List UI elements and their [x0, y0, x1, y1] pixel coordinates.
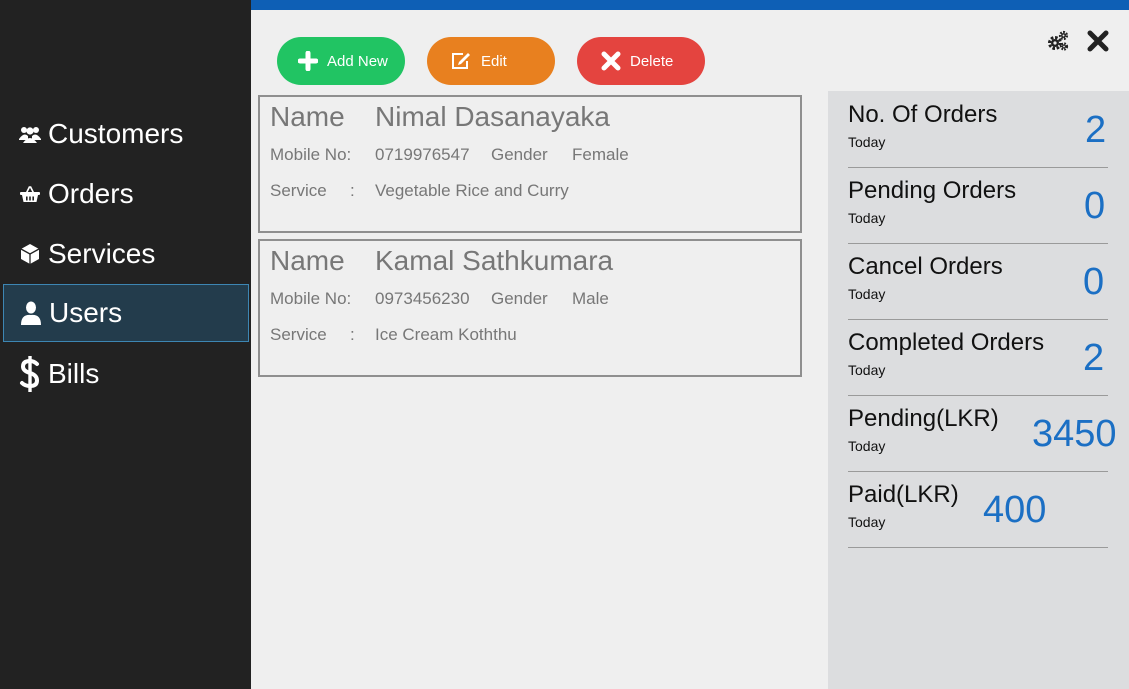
stat-subtitle: Today — [848, 134, 886, 150]
plus-icon — [298, 51, 318, 71]
stat-value: 400 — [983, 489, 1047, 531]
stat-subtitle: Today — [848, 210, 886, 226]
edit-label: Edit — [481, 52, 507, 70]
mobile-label: Mobile No: — [270, 289, 352, 308]
service-label: Service — [270, 181, 327, 200]
close-icon — [601, 51, 621, 71]
add-new-button[interactable]: Add New — [277, 37, 405, 85]
dollar-icon — [17, 355, 43, 393]
sidebar-item-bills[interactable]: Bills — [3, 345, 249, 403]
sidebar: Customers Orders Services Users Bills — [0, 0, 251, 689]
stat-value: 2 — [1083, 337, 1105, 379]
stat-title: Cancel Orders — [848, 253, 1003, 280]
sidebar-item-services[interactable]: Services — [3, 225, 249, 283]
name-label: Name — [270, 245, 345, 276]
sidebar-item-label: Customers — [48, 118, 184, 149]
service-colon: : — [350, 181, 355, 200]
sidebar-item-label: Users — [49, 297, 123, 328]
gender-value: Male — [572, 289, 609, 308]
stat-title: Pending(LKR) — [848, 405, 999, 432]
gender-value: Female — [572, 145, 629, 164]
sidebar-item-users[interactable]: Users — [3, 284, 249, 342]
stat-subtitle: Today — [848, 514, 886, 530]
user-card[interactable]: Name Nimal Dasanayaka Mobile No: 0719976… — [258, 95, 802, 233]
user-name: Kamal Sathkumara — [375, 245, 614, 276]
stat-value: 2 — [1085, 109, 1107, 151]
stat-value: 0 — [1084, 185, 1106, 227]
stat-title: Pending Orders — [848, 177, 1017, 204]
stat-pending-orders: Pending Orders Today 0 — [848, 167, 1108, 244]
sidebar-item-label: Bills — [48, 358, 100, 389]
delete-button[interactable]: Delete — [577, 37, 705, 85]
service-value: Ice Cream Koththu — [375, 325, 517, 344]
stat-title: Paid(LKR) — [848, 481, 959, 508]
edit-icon — [451, 52, 471, 70]
close-icon[interactable] — [1087, 30, 1109, 57]
cube-icon — [17, 243, 43, 265]
stat-paid-lkr: Paid(LKR) Today 400 — [848, 471, 1108, 548]
mobile-value: 0973456230 — [375, 289, 470, 308]
gender-label: Gender — [491, 289, 548, 308]
user-name: Nimal Dasanayaka — [375, 101, 610, 132]
sidebar-item-label: Orders — [48, 178, 134, 209]
gender-label: Gender — [491, 145, 548, 164]
service-colon: : — [350, 325, 355, 344]
title-bar-strip — [251, 0, 1129, 10]
main-panel: Add New Edit Delete Name Nimal Dasanayak… — [251, 10, 1129, 689]
stat-value: 0 — [1083, 261, 1105, 303]
mobile-value: 0719976547 — [375, 145, 470, 164]
stat-cancel-orders: Cancel Orders Today 0 — [848, 243, 1108, 320]
sidebar-item-customers[interactable]: Customers — [3, 105, 249, 163]
stat-value: 3450 — [1032, 413, 1117, 455]
users-icon — [17, 125, 43, 143]
gears-icon[interactable] — [1047, 30, 1069, 57]
stat-subtitle: Today — [848, 286, 886, 302]
sidebar-item-orders[interactable]: Orders — [3, 165, 249, 223]
name-label: Name — [270, 101, 345, 132]
basket-icon — [17, 185, 43, 203]
stat-subtitle: Today — [848, 438, 886, 454]
edit-button[interactable]: Edit — [427, 37, 555, 85]
add-new-label: Add New — [327, 52, 388, 70]
stat-completed-orders: Completed Orders Today 2 — [848, 319, 1108, 396]
stat-pending-lkr: Pending(LKR) Today 3450 — [848, 395, 1117, 472]
service-label: Service — [270, 325, 327, 344]
mobile-label: Mobile No: — [270, 145, 352, 164]
delete-label: Delete — [630, 52, 674, 70]
service-value: Vegetable Rice and Curry — [375, 181, 569, 200]
stat-subtitle: Today — [848, 362, 886, 378]
sidebar-item-label: Services — [48, 238, 156, 269]
user-icon — [18, 301, 44, 325]
user-card[interactable]: Name Kamal Sathkumara Mobile No: 0973456… — [258, 239, 802, 377]
stat-title: Completed Orders — [848, 329, 1045, 356]
stat-orders-count: No. Of Orders Today 2 — [848, 91, 1108, 168]
stats-panel: No. Of Orders Today 2 Pending Orders Tod… — [828, 91, 1129, 689]
stat-title: No. Of Orders — [848, 101, 998, 128]
